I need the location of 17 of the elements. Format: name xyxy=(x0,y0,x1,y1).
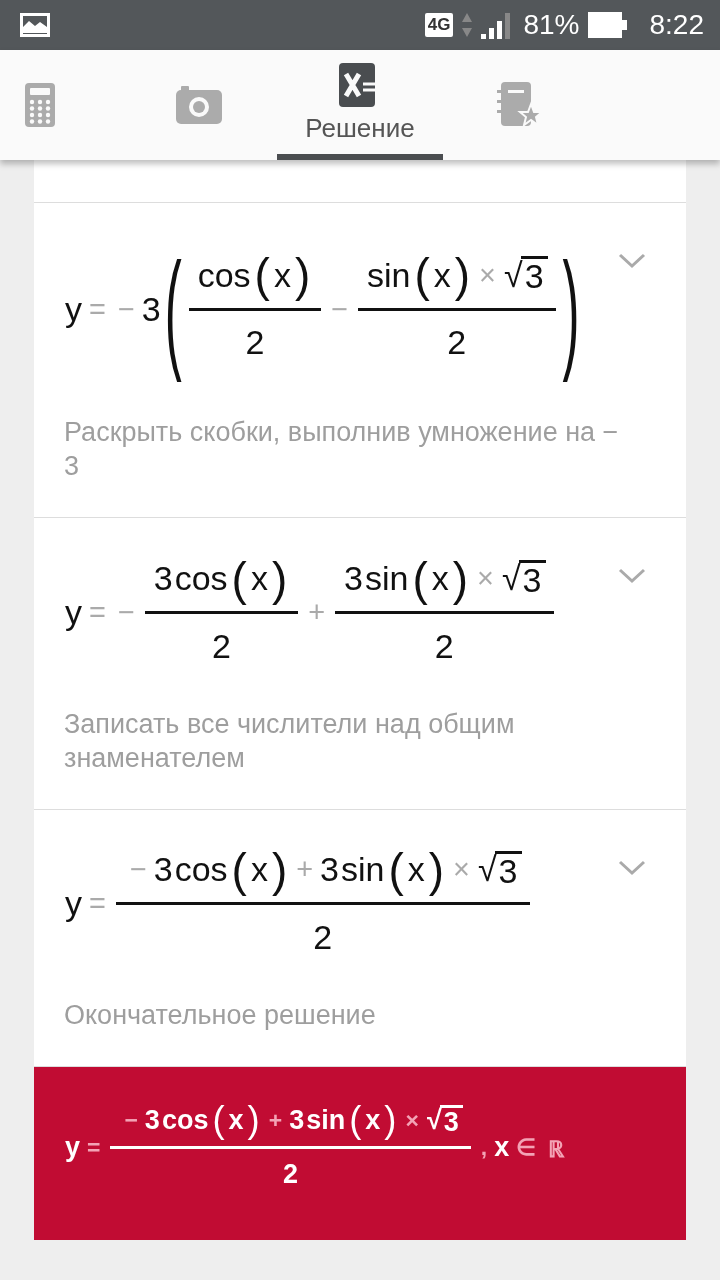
image-icon xyxy=(20,13,50,37)
step-description: Окончательное решение xyxy=(64,998,377,1032)
formula: y = − 3cos(x) + 3sin(x) × √3 2 , x ∈ ℝ xyxy=(64,1098,566,1192)
formula: y = − 3cos(x) 2 + 3sin(x) × √3 2 xyxy=(64,546,558,679)
calculator-icon xyxy=(25,83,55,127)
network-type: 4G xyxy=(424,13,454,37)
chevron-down-icon[interactable] xyxy=(618,859,646,876)
formula: y = − 3cos(x) + 3sin(x) × √3 2 xyxy=(64,837,534,970)
step-description: Записать все числители над общим знаменателем xyxy=(64,707,516,775)
data-activity-icon xyxy=(461,12,474,38)
battery-percent: 81% xyxy=(523,9,580,41)
chevron-down-icon[interactable] xyxy=(618,253,646,269)
battery-icon xyxy=(587,12,628,38)
clock: 8:22 xyxy=(649,9,704,41)
camera-icon xyxy=(175,86,222,124)
chevron-down-icon[interactable] xyxy=(618,568,646,585)
step-description: Раскрыть скобки, выполнив умножение на − 3 xyxy=(64,416,620,484)
